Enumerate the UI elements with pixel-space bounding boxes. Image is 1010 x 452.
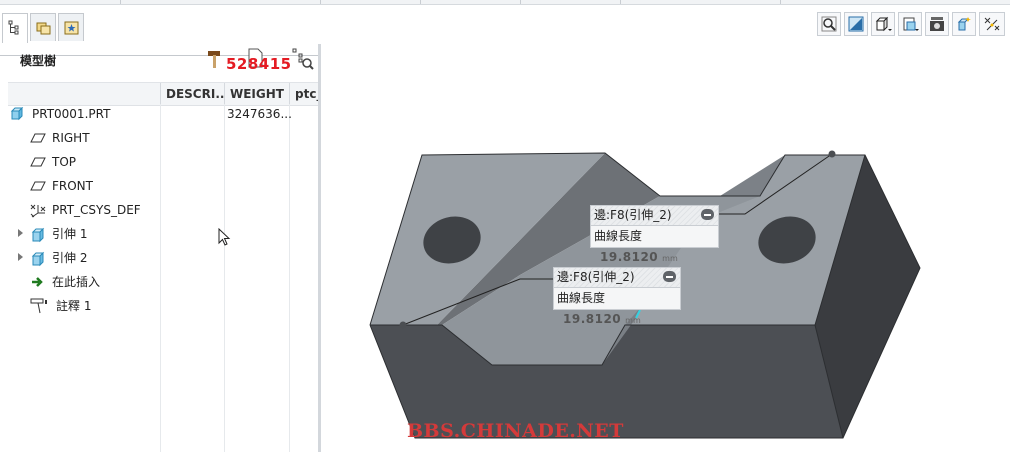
view-manager-button[interactable]: [925, 12, 949, 36]
repaint-icon: [848, 16, 864, 32]
measure-value: 19.8120: [600, 250, 659, 264]
zoom-button[interactable]: [817, 12, 841, 36]
saved-views-button[interactable]: [898, 12, 922, 36]
measure-label: 曲線長度: [594, 229, 643, 243]
repaint-button[interactable]: [844, 12, 868, 36]
callout-title: 邊:F8(引伸_2): [591, 206, 718, 226]
callout-title: 邊:F8(引伸_2): [554, 268, 680, 288]
datum-display-icon: [984, 17, 1000, 31]
zoom-icon: [821, 16, 837, 32]
callout-measure: 曲線長度 19.8120 mm: [554, 288, 680, 326]
forum-watermark: BBS.CHINADE.NET: [407, 420, 624, 442]
spin-center-icon: [957, 17, 971, 31]
display-style-button[interactable]: [871, 12, 895, 36]
measure-value: 19.8120: [563, 312, 622, 326]
measure-callout-2[interactable]: 邊:F8(引伸_2) 曲線長度 19.8120 mm: [553, 267, 681, 326]
measure-callout-1[interactable]: 邊:F8(引伸_2) 曲線長度 19.8120 mm: [590, 205, 719, 264]
saved-views-icon: [903, 17, 919, 31]
datum-display-button[interactable]: [979, 12, 1005, 36]
leader-dot: [828, 150, 836, 158]
measure-unit: mm: [662, 254, 678, 263]
display-style-icon: [875, 16, 892, 32]
measure-label: 曲線長度: [557, 291, 606, 305]
spin-center-button[interactable]: [952, 12, 976, 36]
collapse-minus-icon[interactable]: [663, 271, 676, 282]
model-viewport[interactable]: [0, 0, 1010, 452]
view-manager-icon: [930, 17, 944, 31]
leader-dot: [399, 321, 407, 329]
callout-measure: 曲線長度 19.8120 mm: [591, 226, 718, 264]
collapse-minus-icon[interactable]: [701, 209, 714, 220]
measure-unit: mm: [625, 316, 641, 325]
